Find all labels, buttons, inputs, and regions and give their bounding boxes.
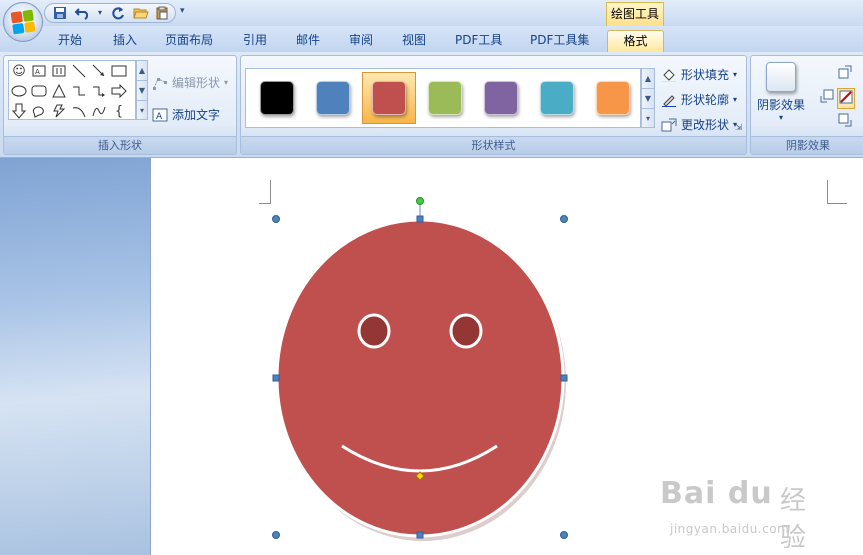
resize-handle-bottom[interactable] xyxy=(416,531,424,539)
resize-handle-left[interactable] xyxy=(272,374,280,382)
watermark-url: jingyan.baidu.com xyxy=(670,522,790,536)
baidu-jingyan-watermark: Bai du 经验 jingyan.baidu.com xyxy=(660,460,820,553)
resize-handle-right[interactable] xyxy=(560,374,568,382)
resize-handle-bottom-left[interactable] xyxy=(272,531,280,539)
resize-handle-top[interactable] xyxy=(416,215,424,223)
watermark-text: 经验 xyxy=(780,486,807,553)
smiley-face xyxy=(275,218,565,538)
resize-handle-top-left[interactable] xyxy=(272,215,280,223)
resize-handle-top-right[interactable] xyxy=(560,215,568,223)
right-eye xyxy=(449,313,483,349)
resize-handle-bottom-right[interactable] xyxy=(560,531,568,539)
watermark-logo: Bai du xyxy=(660,476,773,511)
office-button[interactable] xyxy=(3,2,43,42)
rotation-handle[interactable] xyxy=(416,197,424,205)
office-logo-icon xyxy=(10,9,36,35)
left-eye xyxy=(357,313,391,349)
